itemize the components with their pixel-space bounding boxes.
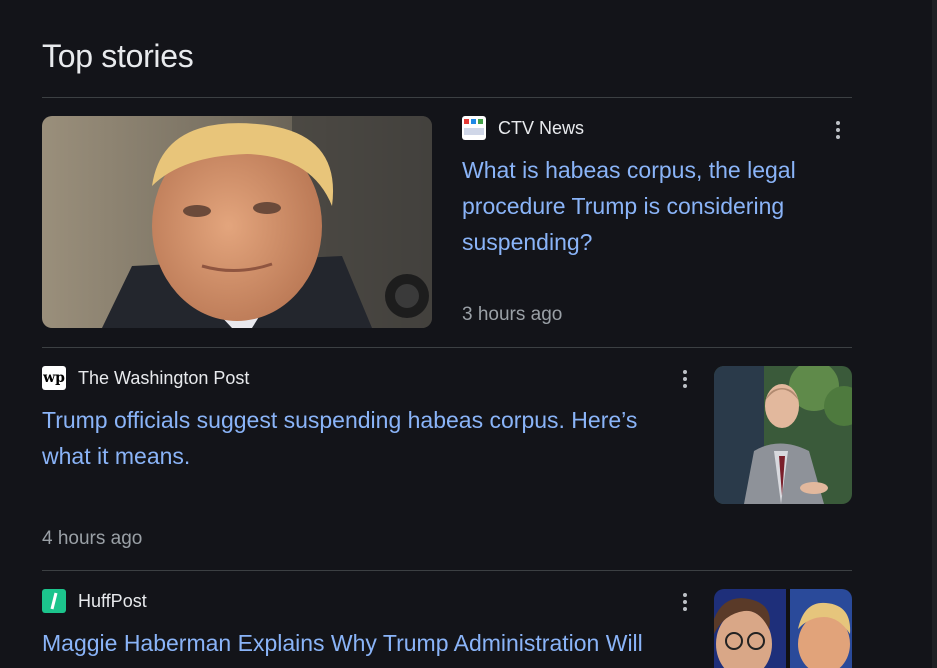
story-2-image[interactable] <box>714 366 852 504</box>
huffpost-logo-icon <box>42 589 66 613</box>
story-1-source[interactable]: CTV News <box>462 116 852 140</box>
source-name: The Washington Post <box>78 367 250 388</box>
ctv-news-logo-icon <box>462 116 486 140</box>
story-1-timestamp: 3 hours ago <box>462 304 563 325</box>
story-2-headline[interactable]: Trump officials suggest suspending habea… <box>42 402 682 474</box>
more-options-icon[interactable] <box>828 118 848 142</box>
story-1: CTV News <box>462 116 852 140</box>
story-3: HuffPost <box>42 589 147 613</box>
source-name: CTV News <box>498 117 585 138</box>
story-3-source[interactable]: HuffPost <box>42 589 147 613</box>
divider <box>42 347 852 348</box>
scrollbar-track[interactable] <box>932 0 937 668</box>
story-2-timestamp: 4 hours ago <box>42 528 143 549</box>
more-options-icon[interactable] <box>675 367 695 391</box>
washington-post-logo-icon: wp <box>42 366 66 390</box>
divider <box>42 570 852 571</box>
more-options-icon[interactable] <box>675 590 695 614</box>
stephen-miller-photo <box>714 366 852 504</box>
trump-portrait-photo <box>42 116 432 328</box>
story-3-headline[interactable]: Maggie Haberman Explains Why Trump Admin… <box>42 625 682 661</box>
story-3-image[interactable] <box>714 589 852 668</box>
divider <box>42 97 852 98</box>
section-title: Top stories <box>42 38 194 74</box>
story-1-headline[interactable]: What is habeas corpus, the legal procedu… <box>462 152 842 260</box>
story-1-image[interactable] <box>42 116 432 328</box>
haberman-trump-photo <box>714 589 852 668</box>
story-2-source[interactable]: wp The Washington Post <box>42 366 249 390</box>
story-2: wp The Washington Post <box>42 366 249 390</box>
source-name: HuffPost <box>78 590 147 611</box>
